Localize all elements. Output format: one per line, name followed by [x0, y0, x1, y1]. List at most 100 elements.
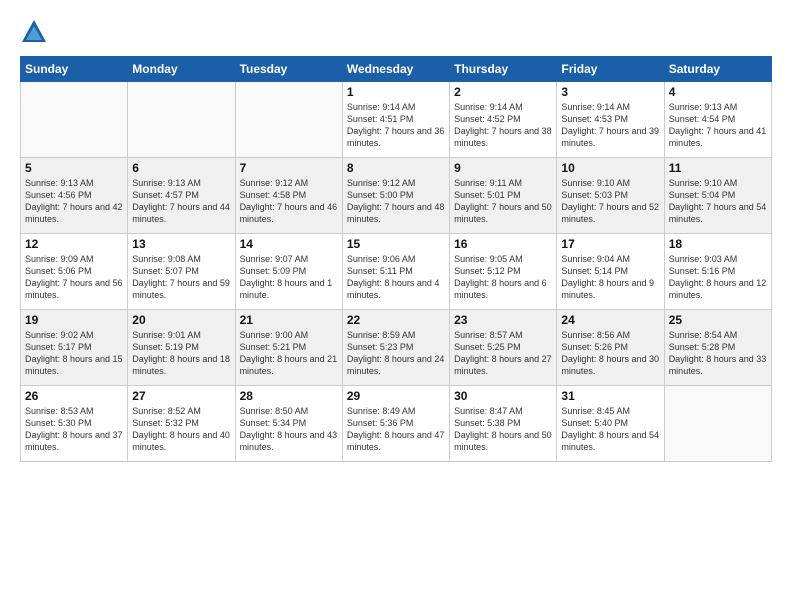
weekday-header-friday: Friday: [557, 57, 664, 82]
day-info: Sunrise: 9:02 AM Sunset: 5:17 PM Dayligh…: [25, 329, 123, 378]
day-info: Sunrise: 9:11 AM Sunset: 5:01 PM Dayligh…: [454, 177, 552, 226]
calendar-cell: 24 Sunrise: 8:56 AM Sunset: 5:26 PM Dayli…: [557, 310, 664, 386]
weekday-header-monday: Monday: [128, 57, 235, 82]
day-number: 6: [132, 161, 230, 175]
page: SundayMondayTuesdayWednesdayThursdayFrid…: [0, 0, 792, 612]
calendar-cell: 5 Sunrise: 9:13 AM Sunset: 4:56 PM Daylig…: [21, 158, 128, 234]
day-number: 17: [561, 237, 659, 251]
week-row-5: 26 Sunrise: 8:53 AM Sunset: 5:30 PM Dayli…: [21, 386, 772, 462]
calendar-cell: 11Sunrise: 9:10 AM Sunset: 5:04 PM Dayli…: [664, 158, 771, 234]
day-info: Sunrise: 8:52 AM Sunset: 5:32 PM Dayligh…: [132, 405, 230, 454]
calendar-cell: 16 Sunrise: 9:05 AM Sunset: 5:12 PM Dayli…: [450, 234, 557, 310]
day-number: 14: [240, 237, 338, 251]
weekday-header-row: SundayMondayTuesdayWednesdayThursdayFrid…: [21, 57, 772, 82]
calendar-cell: 9 Sunrise: 9:11 AM Sunset: 5:01 PM Daylig…: [450, 158, 557, 234]
calendar-cell: 30Sunrise: 8:47 AM Sunset: 5:38 PM Dayli…: [450, 386, 557, 462]
calendar-cell: [21, 82, 128, 158]
day-number: 12: [25, 237, 123, 251]
calendar-cell: 6 Sunrise: 9:13 AM Sunset: 4:57 PM Daylig…: [128, 158, 235, 234]
calendar-cell: [128, 82, 235, 158]
day-number: 11: [669, 161, 767, 175]
day-info: Sunrise: 9:10 AM Sunset: 5:03 PM Dayligh…: [561, 177, 659, 226]
day-info: Sunrise: 8:59 AM Sunset: 5:23 PM Dayligh…: [347, 329, 445, 378]
day-info: Sunrise: 9:12 AM Sunset: 5:00 PM Dayligh…: [347, 177, 445, 226]
calendar-cell: 23Sunrise: 8:57 AM Sunset: 5:25 PM Dayli…: [450, 310, 557, 386]
day-info: Sunrise: 9:04 AM Sunset: 5:14 PM Dayligh…: [561, 253, 659, 302]
day-number: 4: [669, 85, 767, 99]
day-number: 15: [347, 237, 445, 251]
calendar-cell: 25Sunrise: 8:54 AM Sunset: 5:28 PM Dayli…: [664, 310, 771, 386]
weekday-header-sunday: Sunday: [21, 57, 128, 82]
calendar-cell: 21Sunrise: 9:00 AM Sunset: 5:21 PM Dayli…: [235, 310, 342, 386]
calendar-cell: 28 Sunrise: 8:50 AM Sunset: 5:34 PM Dayli…: [235, 386, 342, 462]
day-number: 10: [561, 161, 659, 175]
day-number: 19: [25, 313, 123, 327]
day-info: Sunrise: 9:13 AM Sunset: 4:57 PM Dayligh…: [132, 177, 230, 226]
calendar-cell: 17 Sunrise: 9:04 AM Sunset: 5:14 PM Dayli…: [557, 234, 664, 310]
calendar-cell: 22 Sunrise: 8:59 AM Sunset: 5:23 PM Dayli…: [342, 310, 449, 386]
calendar-cell: 15Sunrise: 9:06 AM Sunset: 5:11 PM Dayli…: [342, 234, 449, 310]
day-number: 25: [669, 313, 767, 327]
week-row-3: 12 Sunrise: 9:09 AM Sunset: 5:06 PM Dayli…: [21, 234, 772, 310]
calendar-cell: 12 Sunrise: 9:09 AM Sunset: 5:06 PM Dayli…: [21, 234, 128, 310]
week-row-2: 5 Sunrise: 9:13 AM Sunset: 4:56 PM Daylig…: [21, 158, 772, 234]
week-row-4: 19 Sunrise: 9:02 AM Sunset: 5:17 PM Dayli…: [21, 310, 772, 386]
day-info: Sunrise: 8:53 AM Sunset: 5:30 PM Dayligh…: [25, 405, 123, 454]
day-number: 1: [347, 85, 445, 99]
day-info: Sunrise: 9:14 AM Sunset: 4:53 PM Dayligh…: [561, 101, 659, 150]
calendar-cell: [664, 386, 771, 462]
week-row-1: 1Sunrise: 9:14 AM Sunset: 4:51 PM Daylig…: [21, 82, 772, 158]
day-info: Sunrise: 8:50 AM Sunset: 5:34 PM Dayligh…: [240, 405, 338, 454]
day-info: Sunrise: 9:03 AM Sunset: 5:16 PM Dayligh…: [669, 253, 767, 302]
day-number: 24: [561, 313, 659, 327]
weekday-header-thursday: Thursday: [450, 57, 557, 82]
calendar-cell: 19 Sunrise: 9:02 AM Sunset: 5:17 PM Dayli…: [21, 310, 128, 386]
logo-icon: [20, 18, 48, 46]
day-info: Sunrise: 9:09 AM Sunset: 5:06 PM Dayligh…: [25, 253, 123, 302]
day-number: 26: [25, 389, 123, 403]
day-info: Sunrise: 8:57 AM Sunset: 5:25 PM Dayligh…: [454, 329, 552, 378]
day-number: 9: [454, 161, 552, 175]
day-number: 2: [454, 85, 552, 99]
day-number: 27: [132, 389, 230, 403]
day-info: Sunrise: 8:56 AM Sunset: 5:26 PM Dayligh…: [561, 329, 659, 378]
day-number: 18: [669, 237, 767, 251]
day-number: 5: [25, 161, 123, 175]
day-number: 16: [454, 237, 552, 251]
day-number: 20: [132, 313, 230, 327]
calendar-cell: 31 Sunrise: 8:45 AM Sunset: 5:40 PM Dayli…: [557, 386, 664, 462]
day-number: 22: [347, 313, 445, 327]
calendar-cell: [235, 82, 342, 158]
calendar: SundayMondayTuesdayWednesdayThursdayFrid…: [20, 56, 772, 462]
day-info: Sunrise: 9:08 AM Sunset: 5:07 PM Dayligh…: [132, 253, 230, 302]
day-info: Sunrise: 9:14 AM Sunset: 4:52 PM Dayligh…: [454, 101, 552, 150]
calendar-cell: 29Sunrise: 8:49 AM Sunset: 5:36 PM Dayli…: [342, 386, 449, 462]
day-number: 28: [240, 389, 338, 403]
day-number: 7: [240, 161, 338, 175]
day-info: Sunrise: 8:45 AM Sunset: 5:40 PM Dayligh…: [561, 405, 659, 454]
calendar-cell: 8 Sunrise: 9:12 AM Sunset: 5:00 PM Daylig…: [342, 158, 449, 234]
day-info: Sunrise: 9:07 AM Sunset: 5:09 PM Dayligh…: [240, 253, 338, 302]
weekday-header-wednesday: Wednesday: [342, 57, 449, 82]
day-number: 31: [561, 389, 659, 403]
calendar-cell: 20 Sunrise: 9:01 AM Sunset: 5:19 PM Dayli…: [128, 310, 235, 386]
day-info: Sunrise: 9:13 AM Sunset: 4:54 PM Dayligh…: [669, 101, 767, 150]
calendar-cell: 7 Sunrise: 9:12 AM Sunset: 4:58 PM Daylig…: [235, 158, 342, 234]
calendar-cell: 18 Sunrise: 9:03 AM Sunset: 5:16 PM Dayli…: [664, 234, 771, 310]
calendar-cell: 27 Sunrise: 8:52 AM Sunset: 5:32 PM Dayli…: [128, 386, 235, 462]
day-info: Sunrise: 9:12 AM Sunset: 4:58 PM Dayligh…: [240, 177, 338, 226]
day-info: Sunrise: 9:13 AM Sunset: 4:56 PM Dayligh…: [25, 177, 123, 226]
day-info: Sunrise: 8:47 AM Sunset: 5:38 PM Dayligh…: [454, 405, 552, 454]
day-number: 29: [347, 389, 445, 403]
day-info: Sunrise: 9:01 AM Sunset: 5:19 PM Dayligh…: [132, 329, 230, 378]
day-number: 21: [240, 313, 338, 327]
header: [20, 18, 772, 46]
day-number: 3: [561, 85, 659, 99]
day-info: Sunrise: 9:05 AM Sunset: 5:12 PM Dayligh…: [454, 253, 552, 302]
day-number: 8: [347, 161, 445, 175]
weekday-header-saturday: Saturday: [664, 57, 771, 82]
weekday-header-tuesday: Tuesday: [235, 57, 342, 82]
day-number: 13: [132, 237, 230, 251]
calendar-cell: 13 Sunrise: 9:08 AM Sunset: 5:07 PM Dayli…: [128, 234, 235, 310]
calendar-cell: 14 Sunrise: 9:07 AM Sunset: 5:09 PM Dayli…: [235, 234, 342, 310]
